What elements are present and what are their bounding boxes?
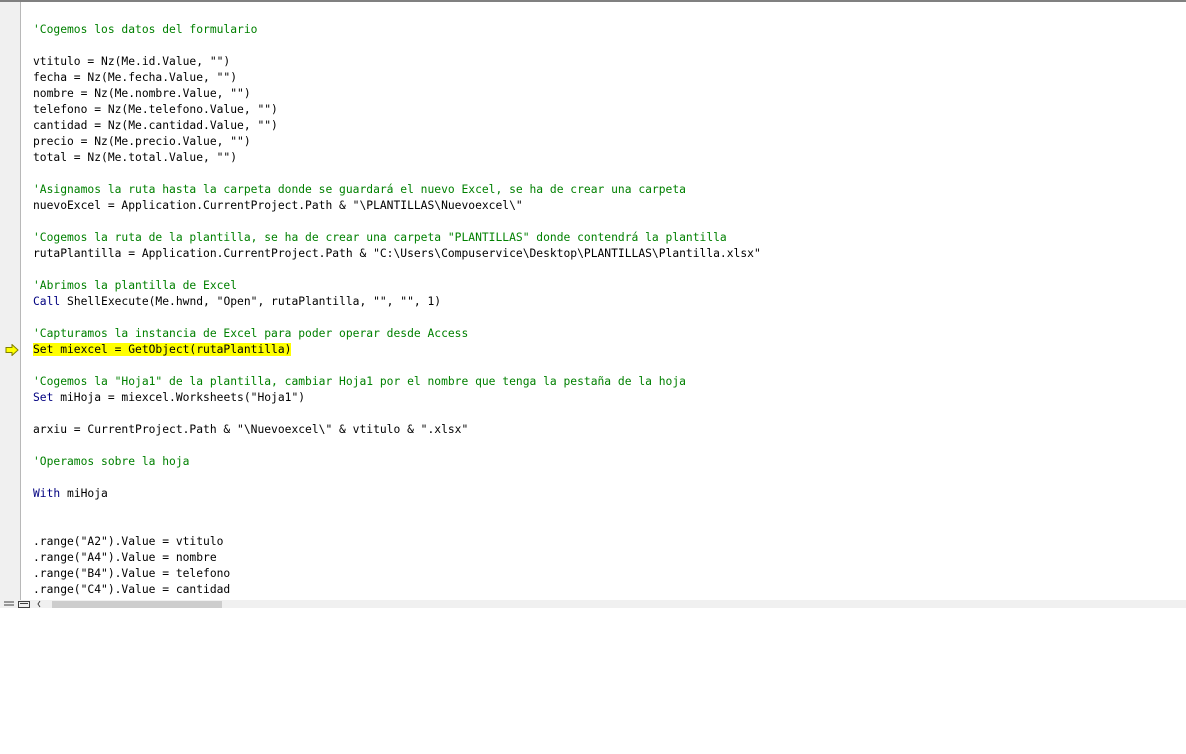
code-keyword: With — [33, 487, 61, 500]
procedure-view-icon[interactable] — [2, 600, 16, 608]
code-text: ShellExecute(Me.hwnd, "Open", rutaPlanti… — [60, 295, 442, 308]
code-line[interactable] — [33, 166, 1186, 182]
code-line[interactable]: 'Capturamos la instancia de Excel para p… — [33, 326, 1186, 342]
code-keyword: Call — [33, 295, 61, 308]
code-line[interactable] — [33, 438, 1186, 454]
code-window: 'Cogemos los datos del formulario vtitulo… — [0, 0, 1186, 600]
code-line[interactable]: precio = Nz(Me.precio.Value, "") — [33, 134, 1186, 150]
code-line[interactable]: fecha = Nz(Me.fecha.Value, "") — [33, 70, 1186, 86]
code-line[interactable]: 'Operamos sobre la hoja — [33, 454, 1186, 470]
margin-indicator-bar[interactable] — [0, 2, 21, 600]
code-line[interactable]: Set miexcel = GetObject(rutaPlantilla) — [33, 342, 1186, 358]
code-line[interactable]: .range("A4").Value = nombre — [33, 550, 1186, 566]
code-line[interactable]: Call ShellExecute(Me.hwnd, "Open", rutaP… — [33, 294, 1186, 310]
code-line[interactable]: .range("A2").Value = vtitulo — [33, 534, 1186, 550]
code-line[interactable]: 'Cogemos la "Hoja1" de la plantilla, cam… — [33, 374, 1186, 390]
code-keyword: Set — [33, 391, 54, 404]
horizontal-scrollbar[interactable] — [42, 601, 1186, 608]
horizontal-scrollbar-thumb[interactable] — [52, 601, 222, 608]
code-line[interactable]: With miHoja — [33, 486, 1186, 502]
code-comment: 'Cogemos los datos del formulario — [33, 23, 258, 36]
code-line[interactable]: vtitulo = Nz(Me.id.Value, "") — [33, 54, 1186, 70]
code-line[interactable] — [33, 358, 1186, 374]
code-text: arxiu = CurrentProject.Path & "\Nuevoexc… — [33, 423, 469, 436]
code-line[interactable]: cantidad = Nz(Me.cantidad.Value, "") — [33, 118, 1186, 134]
code-text: total = Nz(Me.total.Value, "") — [33, 151, 238, 164]
code-line[interactable]: total = Nz(Me.total.Value, "") — [33, 150, 1186, 166]
empty-area — [0, 608, 1186, 754]
code-text: telefono = Nz(Me.telefono.Value, "") — [33, 103, 278, 116]
code-line[interactable] — [33, 470, 1186, 486]
code-line[interactable]: nuevoExcel = Application.CurrentProject.… — [33, 198, 1186, 214]
code-comment: 'Asignamos la ruta hasta la carpeta dond… — [33, 183, 686, 196]
code-text: fecha = Nz(Me.fecha.Value, "") — [33, 71, 238, 84]
code-line[interactable]: 'Cogemos la ruta de la plantilla, se ha … — [33, 230, 1186, 246]
code-text: rutaPlantilla = Application.CurrentProje… — [33, 247, 761, 260]
code-line[interactable]: Set miHoja = miexcel.Worksheets("Hoja1") — [33, 390, 1186, 406]
current-execution-statement: Set miexcel = GetObject(rutaPlantilla) — [33, 343, 292, 356]
code-text: nuevoExcel = Application.CurrentProject.… — [33, 199, 523, 212]
code-line[interactable] — [33, 518, 1186, 534]
code-line[interactable] — [33, 38, 1186, 54]
code-comment: 'Abrimos la plantilla de Excel — [33, 279, 238, 292]
code-line[interactable]: rutaPlantilla = Application.CurrentProje… — [33, 246, 1186, 262]
code-line[interactable]: 'Abrimos la plantilla de Excel — [33, 278, 1186, 294]
code-text: nombre = Nz(Me.nombre.Value, "") — [33, 87, 251, 100]
code-text: miHoja — [60, 487, 108, 500]
code-line[interactable]: 'Asignamos la ruta hasta la carpeta dond… — [33, 182, 1186, 198]
code-line[interactable]: nombre = Nz(Me.nombre.Value, "") — [33, 86, 1186, 102]
code-line[interactable] — [33, 310, 1186, 326]
code-window-bottom-bar — [0, 600, 1186, 608]
code-text: vtitulo = Nz(Me.id.Value, "") — [33, 55, 231, 68]
code-text: precio = Nz(Me.precio.Value, "") — [33, 135, 251, 148]
code-line[interactable]: .range("B4").Value = telefono — [33, 566, 1186, 582]
code-line[interactable]: arxiu = CurrentProject.Path & "\Nuevoexc… — [33, 422, 1186, 438]
code-text: miHoja = miexcel.Worksheets("Hoja1") — [53, 391, 306, 404]
execution-point-arrow-icon[interactable] — [5, 344, 19, 356]
code-comment: 'Cogemos la "Hoja1" de la plantilla, cam… — [33, 375, 686, 388]
code-text-area[interactable]: 'Cogemos los datos del formulario vtitulo… — [33, 22, 1186, 600]
code-comment: 'Cogemos la ruta de la plantilla, se ha … — [33, 231, 727, 244]
code-comment: 'Capturamos la instancia de Excel para p… — [33, 327, 469, 340]
code-line[interactable] — [33, 214, 1186, 230]
code-line[interactable] — [33, 502, 1186, 518]
code-comment: 'Operamos sobre la hoja — [33, 455, 190, 468]
code-line[interactable]: telefono = Nz(Me.telefono.Value, "") — [33, 102, 1186, 118]
code-line[interactable] — [33, 262, 1186, 278]
code-line[interactable]: 'Cogemos los datos del formulario — [33, 22, 1186, 38]
code-text: .range("A4").Value = nombre — [33, 551, 217, 564]
code-text: .range("A2").Value = vtitulo — [33, 535, 224, 548]
code-text: .range("B4").Value = telefono — [33, 567, 231, 580]
full-module-view-icon[interactable] — [17, 600, 31, 608]
code-line[interactable]: .range("C4").Value = cantidad — [33, 582, 1186, 598]
code-line[interactable] — [33, 406, 1186, 422]
code-text: .range("C4").Value = cantidad — [33, 583, 231, 596]
code-text: cantidad = Nz(Me.cantidad.Value, "") — [33, 119, 278, 132]
